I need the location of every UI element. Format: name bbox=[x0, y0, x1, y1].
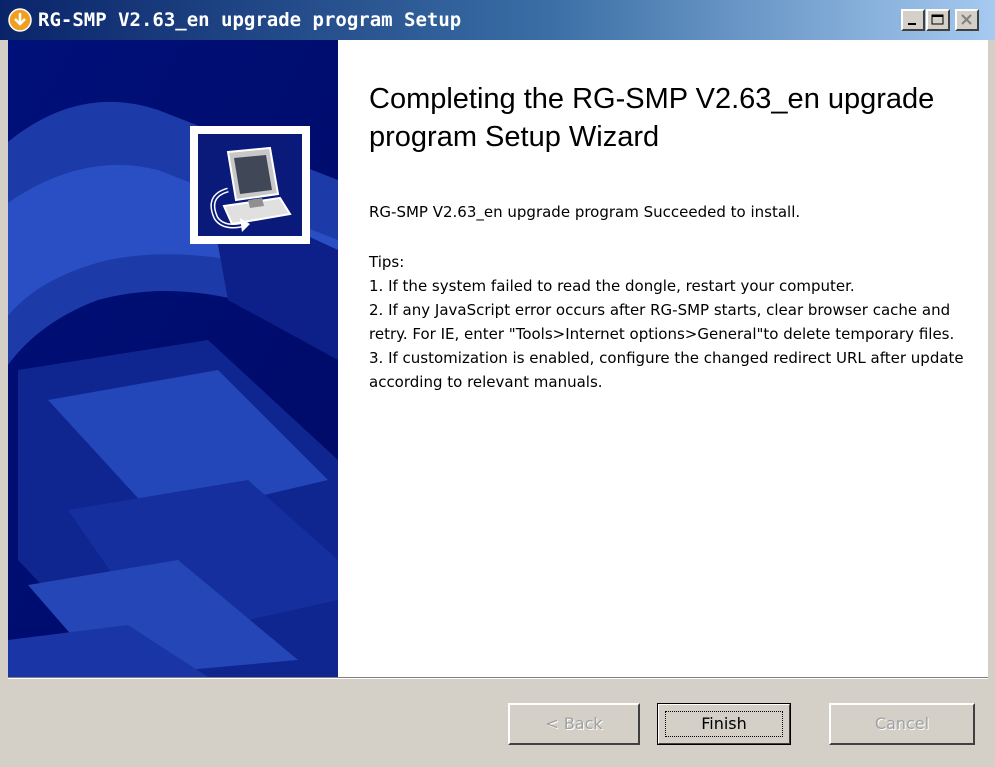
setup-window: RG-SMP V2.63_en upgrade program Setup Co… bbox=[0, 0, 995, 767]
page-title: Completing the RG-SMP V2.63_en upgrade p… bbox=[369, 83, 935, 153]
focus-rect bbox=[665, 711, 783, 737]
maximize-icon[interactable] bbox=[926, 9, 950, 31]
window-title: RG-SMP V2.63_en upgrade program Setup bbox=[38, 9, 462, 31]
minimize-icon[interactable] bbox=[901, 9, 925, 31]
title-bar[interactable]: RG-SMP V2.63_en upgrade program Setup bbox=[0, 0, 995, 40]
finish-button[interactable]: Finish bbox=[657, 703, 791, 745]
tip-item: 3. If customization is enabled, configur… bbox=[369, 349, 969, 391]
content-panel: Completing the RG-SMP V2.63_en upgrade p… bbox=[338, 40, 988, 677]
installer-icon[interactable] bbox=[8, 8, 32, 32]
cancel-button[interactable]: Cancel bbox=[829, 703, 975, 745]
close-icon[interactable] bbox=[955, 9, 979, 31]
tips-title: Tips: bbox=[369, 253, 405, 271]
computer-install-icon bbox=[198, 134, 302, 236]
wizard-banner bbox=[8, 40, 338, 677]
footer-divider bbox=[8, 677, 988, 679]
success-message: RG-SMP V2.63_en upgrade program Succeede… bbox=[369, 203, 801, 221]
tip-item: 1. If the system failed to read the dong… bbox=[369, 277, 855, 295]
tips-section: Tips: 1. If the system failed to read th… bbox=[369, 250, 979, 394]
setup-logo bbox=[190, 126, 310, 244]
tip-item: 2. If any JavaScript error occurs after … bbox=[369, 301, 955, 343]
back-button[interactable]: < Back bbox=[508, 703, 640, 745]
